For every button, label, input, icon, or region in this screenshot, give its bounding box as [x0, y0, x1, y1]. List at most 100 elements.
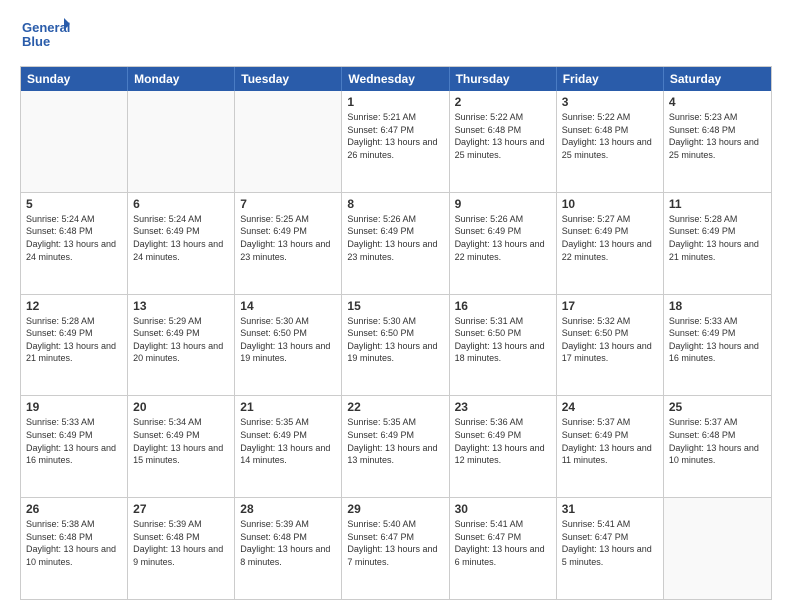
header: General Blue	[20, 16, 772, 58]
day-number: 6	[133, 197, 229, 211]
day-number: 24	[562, 400, 658, 414]
logo: General Blue	[20, 16, 70, 58]
day-info: Sunrise: 5:28 AM Sunset: 6:49 PM Dayligh…	[26, 315, 122, 365]
empty-cell-0-1	[128, 91, 235, 192]
day-number: 19	[26, 400, 122, 414]
week-row-2: 5 Sunrise: 5:24 AM Sunset: 6:48 PM Daylig…	[21, 193, 771, 295]
logo-svg: General Blue	[20, 16, 70, 58]
day-cell-15: 15 Sunrise: 5:30 AM Sunset: 6:50 PM Dayli…	[342, 295, 449, 396]
day-cell-3: 3 Sunrise: 5:22 AM Sunset: 6:48 PM Daylig…	[557, 91, 664, 192]
day-number: 4	[669, 95, 766, 109]
day-number: 22	[347, 400, 443, 414]
day-cell-24: 24 Sunrise: 5:37 AM Sunset: 6:49 PM Dayli…	[557, 396, 664, 497]
week-row-5: 26 Sunrise: 5:38 AM Sunset: 6:48 PM Dayli…	[21, 498, 771, 599]
weekday-header-monday: Monday	[128, 67, 235, 91]
day-info: Sunrise: 5:24 AM Sunset: 6:49 PM Dayligh…	[133, 213, 229, 263]
day-number: 25	[669, 400, 766, 414]
day-info: Sunrise: 5:21 AM Sunset: 6:47 PM Dayligh…	[347, 111, 443, 161]
weekday-header-tuesday: Tuesday	[235, 67, 342, 91]
week-row-1: 1 Sunrise: 5:21 AM Sunset: 6:47 PM Daylig…	[21, 91, 771, 193]
day-cell-13: 13 Sunrise: 5:29 AM Sunset: 6:49 PM Dayli…	[128, 295, 235, 396]
day-info: Sunrise: 5:26 AM Sunset: 6:49 PM Dayligh…	[455, 213, 551, 263]
weekday-header-friday: Friday	[557, 67, 664, 91]
day-cell-5: 5 Sunrise: 5:24 AM Sunset: 6:48 PM Daylig…	[21, 193, 128, 294]
day-info: Sunrise: 5:34 AM Sunset: 6:49 PM Dayligh…	[133, 416, 229, 466]
day-number: 11	[669, 197, 766, 211]
day-cell-10: 10Sunrise: 5:27 AM Sunset: 6:49 PM Dayli…	[557, 193, 664, 294]
day-info: Sunrise: 5:39 AM Sunset: 6:48 PM Dayligh…	[240, 518, 336, 568]
day-info: Sunrise: 5:31 AM Sunset: 6:50 PM Dayligh…	[455, 315, 551, 365]
day-number: 31	[562, 502, 658, 516]
logo-blue: Blue	[22, 34, 50, 49]
day-number: 7	[240, 197, 336, 211]
day-info: Sunrise: 5:30 AM Sunset: 6:50 PM Dayligh…	[347, 315, 443, 365]
day-number: 20	[133, 400, 229, 414]
day-cell-23: 23 Sunrise: 5:36 AM Sunset: 6:49 PM Dayli…	[450, 396, 557, 497]
day-info: Sunrise: 5:26 AM Sunset: 6:49 PM Dayligh…	[347, 213, 443, 263]
day-number: 26	[26, 502, 122, 516]
empty-cell-0-0	[21, 91, 128, 192]
day-number: 28	[240, 502, 336, 516]
day-number: 13	[133, 299, 229, 313]
day-number: 17	[562, 299, 658, 313]
day-cell-1: 1 Sunrise: 5:21 AM Sunset: 6:47 PM Daylig…	[342, 91, 449, 192]
day-info: Sunrise: 5:40 AM Sunset: 6:47 PM Dayligh…	[347, 518, 443, 568]
day-info: Sunrise: 5:39 AM Sunset: 6:48 PM Dayligh…	[133, 518, 229, 568]
empty-cell-0-2	[235, 91, 342, 192]
logo-general: General	[22, 20, 70, 35]
day-info: Sunrise: 5:24 AM Sunset: 6:48 PM Dayligh…	[26, 213, 122, 263]
empty-cell-4-6	[664, 498, 771, 599]
day-cell-2: 2 Sunrise: 5:22 AM Sunset: 6:48 PM Daylig…	[450, 91, 557, 192]
weekday-header-thursday: Thursday	[450, 67, 557, 91]
day-cell-28: 28 Sunrise: 5:39 AM Sunset: 6:48 PM Dayli…	[235, 498, 342, 599]
day-number: 8	[347, 197, 443, 211]
day-info: Sunrise: 5:37 AM Sunset: 6:48 PM Dayligh…	[669, 416, 766, 466]
day-number: 9	[455, 197, 551, 211]
calendar: SundayMondayTuesdayWednesdayThursdayFrid…	[20, 66, 772, 600]
day-number: 23	[455, 400, 551, 414]
day-number: 30	[455, 502, 551, 516]
day-cell-4: 4 Sunrise: 5:23 AM Sunset: 6:48 PM Daylig…	[664, 91, 771, 192]
day-info: Sunrise: 5:22 AM Sunset: 6:48 PM Dayligh…	[455, 111, 551, 161]
day-info: Sunrise: 5:29 AM Sunset: 6:49 PM Dayligh…	[133, 315, 229, 365]
day-info: Sunrise: 5:28 AM Sunset: 6:49 PM Dayligh…	[669, 213, 766, 263]
day-cell-6: 6 Sunrise: 5:24 AM Sunset: 6:49 PM Daylig…	[128, 193, 235, 294]
day-number: 3	[562, 95, 658, 109]
day-number: 10	[562, 197, 658, 211]
day-info: Sunrise: 5:38 AM Sunset: 6:48 PM Dayligh…	[26, 518, 122, 568]
day-number: 5	[26, 197, 122, 211]
day-cell-20: 20 Sunrise: 5:34 AM Sunset: 6:49 PM Dayli…	[128, 396, 235, 497]
day-number: 15	[347, 299, 443, 313]
day-cell-21: 21Sunrise: 5:35 AM Sunset: 6:49 PM Dayli…	[235, 396, 342, 497]
weekday-header-wednesday: Wednesday	[342, 67, 449, 91]
day-info: Sunrise: 5:22 AM Sunset: 6:48 PM Dayligh…	[562, 111, 658, 161]
calendar-header: SundayMondayTuesdayWednesdayThursdayFrid…	[21, 67, 771, 91]
day-cell-14: 14 Sunrise: 5:30 AM Sunset: 6:50 PM Dayli…	[235, 295, 342, 396]
day-cell-19: 19Sunrise: 5:33 AM Sunset: 6:49 PM Dayli…	[21, 396, 128, 497]
calendar-body: 1 Sunrise: 5:21 AM Sunset: 6:47 PM Daylig…	[21, 91, 771, 599]
day-number: 1	[347, 95, 443, 109]
day-info: Sunrise: 5:25 AM Sunset: 6:49 PM Dayligh…	[240, 213, 336, 263]
day-cell-18: 18Sunrise: 5:33 AM Sunset: 6:49 PM Dayli…	[664, 295, 771, 396]
day-info: Sunrise: 5:36 AM Sunset: 6:49 PM Dayligh…	[455, 416, 551, 466]
day-info: Sunrise: 5:23 AM Sunset: 6:48 PM Dayligh…	[669, 111, 766, 161]
day-info: Sunrise: 5:41 AM Sunset: 6:47 PM Dayligh…	[562, 518, 658, 568]
day-cell-7: 7 Sunrise: 5:25 AM Sunset: 6:49 PM Daylig…	[235, 193, 342, 294]
weekday-header-sunday: Sunday	[21, 67, 128, 91]
day-number: 14	[240, 299, 336, 313]
day-number: 29	[347, 502, 443, 516]
day-info: Sunrise: 5:41 AM Sunset: 6:47 PM Dayligh…	[455, 518, 551, 568]
day-cell-30: 30 Sunrise: 5:41 AM Sunset: 6:47 PM Dayli…	[450, 498, 557, 599]
day-cell-12: 12Sunrise: 5:28 AM Sunset: 6:49 PM Dayli…	[21, 295, 128, 396]
day-cell-29: 29 Sunrise: 5:40 AM Sunset: 6:47 PM Dayli…	[342, 498, 449, 599]
day-info: Sunrise: 5:35 AM Sunset: 6:49 PM Dayligh…	[240, 416, 336, 466]
day-info: Sunrise: 5:37 AM Sunset: 6:49 PM Dayligh…	[562, 416, 658, 466]
day-number: 27	[133, 502, 229, 516]
day-cell-31: 31 Sunrise: 5:41 AM Sunset: 6:47 PM Dayli…	[557, 498, 664, 599]
day-info: Sunrise: 5:30 AM Sunset: 6:50 PM Dayligh…	[240, 315, 336, 365]
day-info: Sunrise: 5:33 AM Sunset: 6:49 PM Dayligh…	[669, 315, 766, 365]
day-info: Sunrise: 5:32 AM Sunset: 6:50 PM Dayligh…	[562, 315, 658, 365]
day-number: 2	[455, 95, 551, 109]
day-number: 16	[455, 299, 551, 313]
day-cell-17: 17 Sunrise: 5:32 AM Sunset: 6:50 PM Dayli…	[557, 295, 664, 396]
